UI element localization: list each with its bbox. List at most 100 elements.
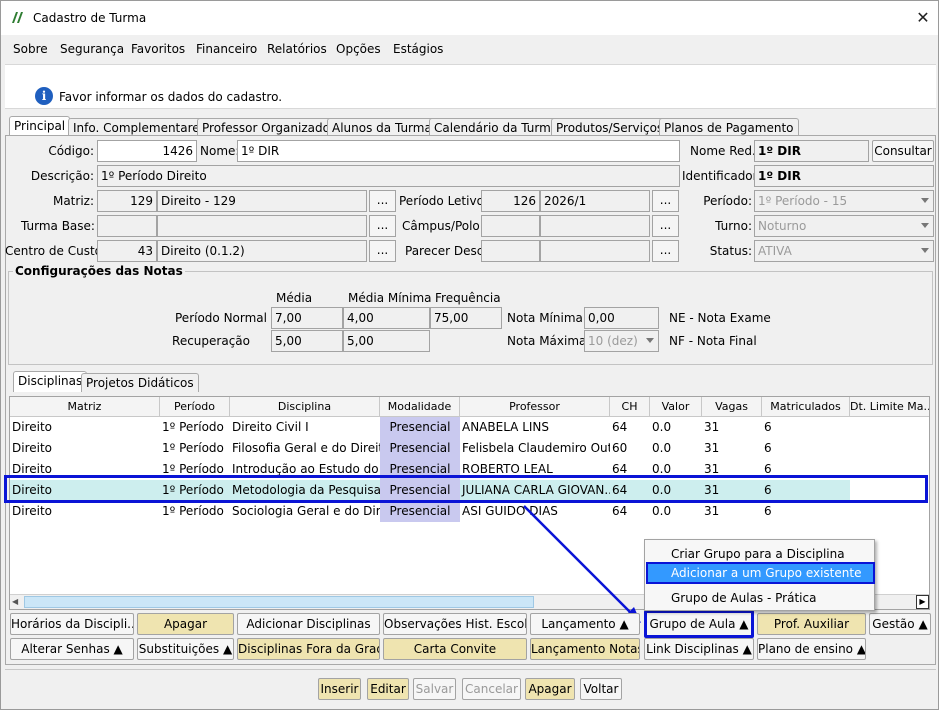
table-cell[interactable]: 6	[762, 417, 850, 438]
col-header-disciplina[interactable]: Disciplina	[230, 397, 380, 417]
table-cell[interactable]: Presencial	[380, 501, 460, 522]
link-disciplinas-button[interactable]: Link Disciplinas ▲	[644, 638, 754, 660]
table-cell[interactable]: 1º Período	[160, 417, 230, 438]
consultar-button[interactable]: Consultar	[872, 140, 934, 162]
grupo-de-aula-button[interactable]: Grupo de Aula ▲	[644, 610, 754, 638]
col-header-dt-limite[interactable]: Dt. Limite Ma...	[850, 397, 929, 417]
disciplinas-fora-grade-button[interactable]: Disciplinas Fora da Grade	[237, 638, 380, 660]
turma-base-field[interactable]	[157, 215, 367, 237]
scroll-left-icon[interactable]: ◀	[12, 597, 18, 606]
apagar-button[interactable]: Apagar	[525, 678, 575, 700]
voltar-button[interactable]: Voltar	[580, 678, 622, 700]
turma-base-code-field[interactable]	[97, 215, 157, 237]
tab-disciplinas[interactable]: Disciplinas	[13, 371, 88, 392]
lancamento-button[interactable]: Lançamento ▲	[530, 613, 640, 635]
rec-media-field[interactable]: 5,00	[271, 330, 343, 352]
matriz-lookup-button[interactable]: ...	[369, 190, 396, 212]
campus-code-field[interactable]	[481, 215, 540, 237]
nome-red-field[interactable]: 1º DIR	[754, 140, 869, 162]
pn-media-minima-field[interactable]: 4,00	[343, 307, 430, 329]
col-header-periodo[interactable]: Período	[160, 397, 230, 417]
descricao-field[interactable]: 1º Período Direito	[97, 165, 680, 187]
table-cell[interactable]: 64	[610, 417, 650, 438]
col-header-matriz[interactable]: Matriz	[10, 397, 160, 417]
table-cell[interactable]: ASI GUIDO DIAS	[460, 501, 610, 522]
close-button[interactable]: ✕	[911, 7, 935, 29]
table-cell[interactable]: 1º Período	[160, 501, 230, 522]
horarios-disciplina-button[interactable]: Horários da Discipli...	[10, 613, 134, 635]
observacoes-hist-escolar-button[interactable]: Observações Hist. Escolar	[383, 613, 527, 635]
table-cell[interactable]: Direito Civil I	[230, 417, 380, 438]
menu-favoritos[interactable]: Favoritos	[131, 42, 185, 56]
inserir-button[interactable]: Inserir	[318, 678, 361, 700]
periodo-letivo-field[interactable]: 2026/1	[540, 190, 650, 212]
table-cell[interactable]: ANABELA LINS	[460, 417, 610, 438]
nota-minima-field[interactable]: 0,00	[584, 307, 659, 329]
table-cell[interactable]: 1º Período	[160, 438, 230, 459]
centro-custo-lookup-button[interactable]: ...	[369, 240, 396, 262]
col-header-matriculados[interactable]: Matriculados	[762, 397, 850, 417]
centro-custo-code-field[interactable]: 43	[97, 240, 157, 262]
table-cell[interactable]: Felisbela Claudemiro Out...	[460, 438, 610, 459]
apagar-disciplina-button[interactable]: Apagar	[137, 613, 234, 635]
nota-maxima-select[interactable]: 10 (dez)	[584, 330, 659, 352]
codigo-field[interactable]: 1426	[97, 140, 197, 162]
rec-media-minima-field[interactable]: 5,00	[343, 330, 430, 352]
periodo-select[interactable]: 1º Período - 15	[754, 190, 934, 212]
matriz-name-field[interactable]: Direito - 129	[157, 190, 367, 212]
menu-item-grupo-aulas-pratica[interactable]: Grupo de Aulas - Prática	[671, 591, 816, 605]
col-header-modalidade[interactable]: Modalidade	[380, 397, 460, 417]
table-cell[interactable]: Filosofia Geral e do Direito	[230, 438, 380, 459]
table-cell[interactable]: 31	[702, 438, 762, 459]
alterar-senhas-button[interactable]: Alterar Senhas ▲	[10, 638, 134, 660]
gestao-button[interactable]: Gestão ▲	[869, 613, 931, 635]
substituicoes-button[interactable]: Substituições ▲	[137, 638, 234, 660]
table-cell[interactable]: Sociologia Geral e do Direito	[230, 501, 380, 522]
table-cell[interactable]: Presencial	[380, 417, 460, 438]
identificador-field[interactable]: 1º DIR	[754, 165, 934, 187]
table-cell-dt-limite[interactable]	[850, 501, 929, 522]
menu-estagios[interactable]: Estágios	[393, 42, 443, 56]
adicionar-disciplinas-button[interactable]: Adicionar Disciplinas	[237, 613, 380, 635]
menu-financeiro[interactable]: Financeiro	[196, 42, 257, 56]
col-header-vagas[interactable]: Vagas	[702, 397, 762, 417]
table-cell[interactable]: 0.0	[650, 438, 702, 459]
table-cell[interactable]: 31	[702, 501, 762, 522]
col-header-ch[interactable]: CH	[610, 397, 650, 417]
scroll-right-icon[interactable]: ▶	[916, 595, 929, 609]
lancamento-notas-button[interactable]: Lançamento Notas	[530, 638, 640, 660]
parecer-lookup-button[interactable]: ...	[652, 240, 679, 262]
tab-projetos-didaticos[interactable]: Projetos Didáticos	[81, 373, 199, 392]
tab-principal[interactable]: Principal	[9, 116, 71, 137]
table-cell[interactable]: 6	[762, 501, 850, 522]
parecer-field[interactable]	[540, 240, 650, 262]
campus-field[interactable]	[540, 215, 650, 237]
cancelar-button[interactable]: Cancelar	[462, 678, 521, 700]
table-cell-dt-limite[interactable]	[850, 417, 929, 438]
table-cell-dt-limite[interactable]	[850, 438, 929, 459]
parecer-code-field[interactable]	[481, 240, 540, 262]
pn-media-field[interactable]: 7,00	[271, 307, 343, 329]
periodo-letivo-lookup-button[interactable]: ...	[652, 190, 679, 212]
status-select[interactable]: ATIVA	[754, 240, 934, 262]
periodo-letivo-code-field[interactable]: 126	[481, 190, 540, 212]
table-cell[interactable]: 6	[762, 438, 850, 459]
turma-base-lookup-button[interactable]: ...	[369, 215, 396, 237]
campus-lookup-button[interactable]: ...	[652, 215, 679, 237]
table-cell[interactable]: 0.0	[650, 417, 702, 438]
menu-relatorios[interactable]: Relatórios	[267, 42, 327, 56]
menu-sobre[interactable]: Sobre	[13, 42, 48, 56]
col-header-professor[interactable]: Professor	[460, 397, 610, 417]
table-cell[interactable]: 0.0	[650, 501, 702, 522]
table-cell[interactable]: 60	[610, 438, 650, 459]
editar-button[interactable]: Editar	[367, 678, 409, 700]
table-cell[interactable]: Direito	[10, 417, 160, 438]
menu-seguranca[interactable]: Segurança	[60, 42, 124, 56]
pn-frequencia-field[interactable]: 75,00	[430, 307, 502, 329]
table-cell[interactable]: Direito	[10, 438, 160, 459]
table-cell[interactable]: Direito	[10, 501, 160, 522]
carta-convite-button[interactable]: Carta Convite	[383, 638, 527, 660]
centro-custo-field[interactable]: Direito (0.1.2)	[157, 240, 367, 262]
col-header-valor[interactable]: Valor	[650, 397, 702, 417]
salvar-button[interactable]: Salvar	[413, 678, 456, 700]
